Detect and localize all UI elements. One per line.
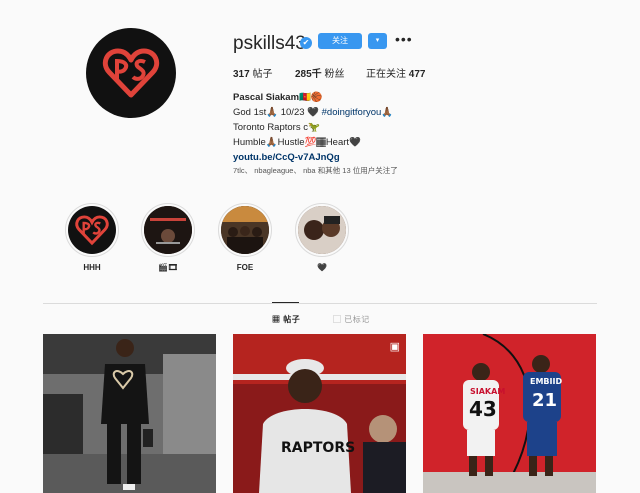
highlight-label: HHH — [83, 263, 101, 272]
group-photo-icon — [221, 206, 269, 254]
follower-account-link[interactable]: 7tlc — [233, 166, 245, 175]
username: pskills43 — [233, 33, 306, 54]
hashtag-link[interactable]: #doingitforyou — [322, 107, 382, 118]
story-highlight[interactable]: 🖤 — [295, 203, 349, 273]
player-walking-photo-icon — [43, 334, 216, 493]
highlight-ring — [141, 203, 195, 257]
following-stat[interactable]: 正在关注 477 — [366, 65, 425, 80]
post-thumbnail[interactable] — [43, 334, 216, 493]
follower-account-link[interactable]: nbagleague — [254, 166, 293, 175]
story-highlight[interactable]: FOE — [218, 203, 272, 273]
multiple-photos-icon: ▣ — [389, 341, 400, 353]
profile-avatar[interactable] — [86, 28, 176, 118]
tab-posts-label: 帖子 — [283, 315, 301, 324]
active-tab-indicator — [272, 302, 299, 303]
bio-external-link[interactable]: youtu.be/CcQ-v7AJnQg — [233, 150, 393, 165]
verified-badge-icon: ✔ — [300, 37, 312, 49]
posts-stat: 317 帖子 — [233, 65, 272, 80]
grid-icon: ▦ — [272, 315, 281, 324]
jersey-name-left: SIAKAM — [470, 387, 505, 396]
following-label: 正在关注 — [366, 69, 406, 80]
tab-tagged-label: 已标记 — [344, 315, 370, 324]
tab-posts[interactable]: ▦ 帖子 — [272, 314, 300, 325]
full-name: Pascal Siakam🇨🇲🏀 — [233, 92, 323, 103]
bio-line-1-prefix: God 1st🙏🏾 10/23 🖤 — [233, 107, 322, 118]
story-highlight[interactable]: HHH — [65, 203, 119, 273]
highlight-ring — [65, 203, 119, 257]
highlight-cover — [144, 206, 192, 254]
posts-count: 317 — [233, 69, 250, 80]
bio-line-2: Toronto Raptors c🦖 — [233, 122, 320, 133]
tagged-icon: ▢ — [333, 315, 342, 324]
players-on-court-photo-icon: SIAKAM 43 EMBIID 21 — [423, 334, 596, 493]
profile-bio: Pascal Siakam🇨🇲🏀 God 1st🙏🏾 10/23 🖤 #doin… — [233, 90, 393, 165]
followed-by-text[interactable]: 7tlc、 nbagleague、 nba 和其他 13 位用户关注了 — [233, 165, 398, 176]
followers-stat[interactable]: 285千 粉丝 — [295, 65, 344, 80]
jersey-text: RAPTORS — [281, 440, 355, 456]
posts-label: 帖子 — [252, 69, 273, 80]
tabs-divider — [43, 303, 597, 304]
following-count: 477 — [408, 69, 426, 80]
heart-ps-logo-icon — [75, 215, 109, 246]
story-highlight[interactable]: 🎬🎞 — [141, 203, 195, 273]
film-poster-image-icon — [144, 206, 192, 254]
more-options-icon[interactable]: ••• — [395, 31, 413, 47]
tab-tagged[interactable]: ▢ 已标记 — [333, 314, 370, 325]
suggestions-dropdown-button[interactable]: ▾ — [368, 33, 387, 49]
jersey-name-right: EMBIID — [530, 377, 562, 386]
post-thumbnail[interactable]: RAPTORS ▣ — [233, 334, 406, 493]
jersey-number-right: 21 — [532, 390, 557, 411]
highlight-label: 🎬🎞 — [157, 263, 179, 272]
highlight-label: 🖤 — [317, 263, 327, 272]
post-thumbnail[interactable]: SIAKAM 43 EMBIID 21 — [423, 334, 596, 493]
highlight-ring — [218, 203, 272, 257]
bio-line-1: God 1st🙏🏾 10/23 🖤 #doingitforyou🙏🏾 — [233, 105, 393, 120]
highlight-label: FOE — [236, 263, 254, 272]
followed-by-suffix: 和其他 13 位用户关注了 — [317, 166, 398, 175]
heart-ps-logo-icon — [102, 48, 160, 98]
followers-label: 粉丝 — [324, 69, 345, 80]
highlight-cover — [298, 206, 346, 254]
highlight-ring — [295, 203, 349, 257]
bio-line-1-suffix: 🙏🏾 — [381, 107, 394, 118]
selfie-photo-icon — [298, 206, 346, 254]
follower-account-link[interactable]: nba — [303, 166, 316, 175]
follow-button[interactable]: 关注 — [318, 33, 362, 49]
highlight-cover — [221, 206, 269, 254]
bio-line-3: Humble🙏🏾Hustle💯🏾Heart🖤 — [233, 137, 361, 148]
jersey-number-left: 43 — [469, 397, 497, 421]
highlight-cover — [68, 206, 116, 254]
followers-count: 285千 — [295, 69, 322, 80]
player-celebration-photo-icon: RAPTORS — [233, 334, 406, 493]
